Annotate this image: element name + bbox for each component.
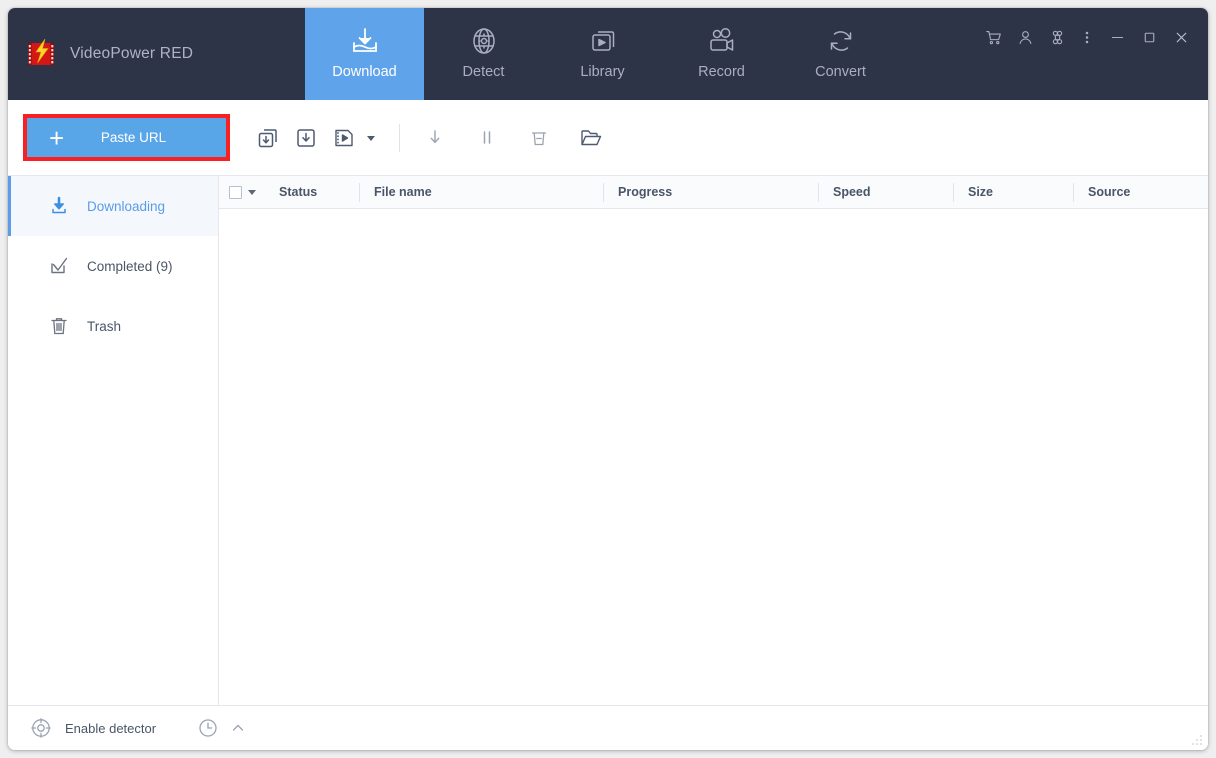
clock-icon[interactable] <box>198 718 218 738</box>
select-all-cell <box>219 176 265 209</box>
sidebar-item-trash-label: Trash <box>87 318 122 334</box>
record-camera-icon <box>706 25 738 57</box>
trash-icon <box>48 315 70 337</box>
apps-icon[interactable] <box>1042 22 1072 52</box>
column-status[interactable]: Status <box>265 176 360 209</box>
title-bar: VideoPower RED Download Detect Library R… <box>8 8 1208 100</box>
select-all-checkbox[interactable] <box>229 185 242 199</box>
sidebar-item-trash[interactable]: Trash <box>8 296 218 356</box>
table-body-empty <box>219 209 1208 705</box>
delete-icon[interactable] <box>522 121 556 155</box>
column-size[interactable]: Size <box>954 176 1074 209</box>
main-body: Downloading Completed (9) Trash Status F… <box>8 176 1208 705</box>
sidebar-item-downloading-label: Downloading <box>87 198 166 214</box>
close-icon[interactable] <box>1166 22 1196 52</box>
column-speed[interactable]: Speed <box>819 176 954 209</box>
videopower-logo-icon <box>26 38 58 69</box>
app-window: VideoPower RED Download Detect Library R… <box>8 8 1208 750</box>
tab-convert[interactable]: Convert <box>781 8 900 100</box>
start-download-icon[interactable] <box>418 121 452 155</box>
more-menu-icon[interactable] <box>1074 22 1100 52</box>
convert-refresh-icon <box>825 25 857 57</box>
status-bar: Enable detector <box>8 705 1208 750</box>
main-nav: Download Detect Library Record Convert <box>305 8 900 100</box>
tab-download-label: Download <box>332 63 397 80</box>
paste-url-button[interactable]: + Paste URL <box>27 118 226 157</box>
toolbar-action-group <box>418 121 608 155</box>
minimize-icon[interactable] <box>1102 22 1132 52</box>
cart-icon[interactable] <box>978 22 1008 52</box>
download-list-panel: Status File name Progress Speed Size Sou… <box>219 176 1208 705</box>
user-icon[interactable] <box>1010 22 1040 52</box>
brand: VideoPower RED <box>8 8 305 100</box>
download-tray-icon <box>349 25 381 57</box>
tab-detect[interactable]: Detect <box>424 8 543 100</box>
chevron-up-icon[interactable] <box>231 721 245 735</box>
table-header: Status File name Progress Speed Size Sou… <box>219 176 1208 209</box>
sidebar-item-completed[interactable]: Completed (9) <box>8 236 218 296</box>
tab-library-label: Library <box>580 63 625 80</box>
tab-convert-label: Convert <box>815 63 866 80</box>
app-title: VideoPower RED <box>70 45 194 62</box>
tab-detect-label: Detect <box>462 63 505 80</box>
tab-download[interactable]: Download <box>305 8 424 100</box>
select-all-caret-icon[interactable] <box>248 189 256 195</box>
pause-download-icon[interactable] <box>470 121 504 155</box>
completed-check-icon <box>48 255 70 277</box>
enable-detector-label[interactable]: Enable detector <box>65 721 156 736</box>
library-play-icon <box>587 25 619 57</box>
downloading-icon <box>48 195 70 217</box>
sidebar: Downloading Completed (9) Trash <box>8 176 219 705</box>
tab-record-label: Record <box>698 63 745 80</box>
video-download-icon[interactable] <box>327 121 361 155</box>
maximize-icon[interactable] <box>1134 22 1164 52</box>
detect-radar-icon <box>468 25 500 57</box>
toolbar-download-group <box>251 121 377 155</box>
tab-record[interactable]: Record <box>662 8 781 100</box>
paste-url-highlight: + Paste URL <box>23 114 230 161</box>
video-download-caret-icon[interactable] <box>365 132 377 144</box>
toolbar: + Paste URL <box>8 100 1208 176</box>
toolbar-divider <box>399 123 400 152</box>
column-progress[interactable]: Progress <box>604 176 819 209</box>
window-controls <box>978 22 1196 52</box>
detector-target-icon[interactable] <box>30 717 52 739</box>
batch-download-icon[interactable] <box>251 121 285 155</box>
column-filename[interactable]: File name <box>360 176 604 209</box>
single-download-icon[interactable] <box>289 121 323 155</box>
sidebar-item-downloading[interactable]: Downloading <box>8 176 218 236</box>
paste-url-label: Paste URL <box>100 130 167 145</box>
open-folder-icon[interactable] <box>574 121 608 155</box>
column-source[interactable]: Source <box>1074 176 1208 209</box>
resize-grip[interactable] <box>1189 732 1203 746</box>
sidebar-item-completed-label: Completed (9) <box>87 258 173 274</box>
tab-library[interactable]: Library <box>543 8 662 100</box>
plus-icon: + <box>49 122 65 153</box>
